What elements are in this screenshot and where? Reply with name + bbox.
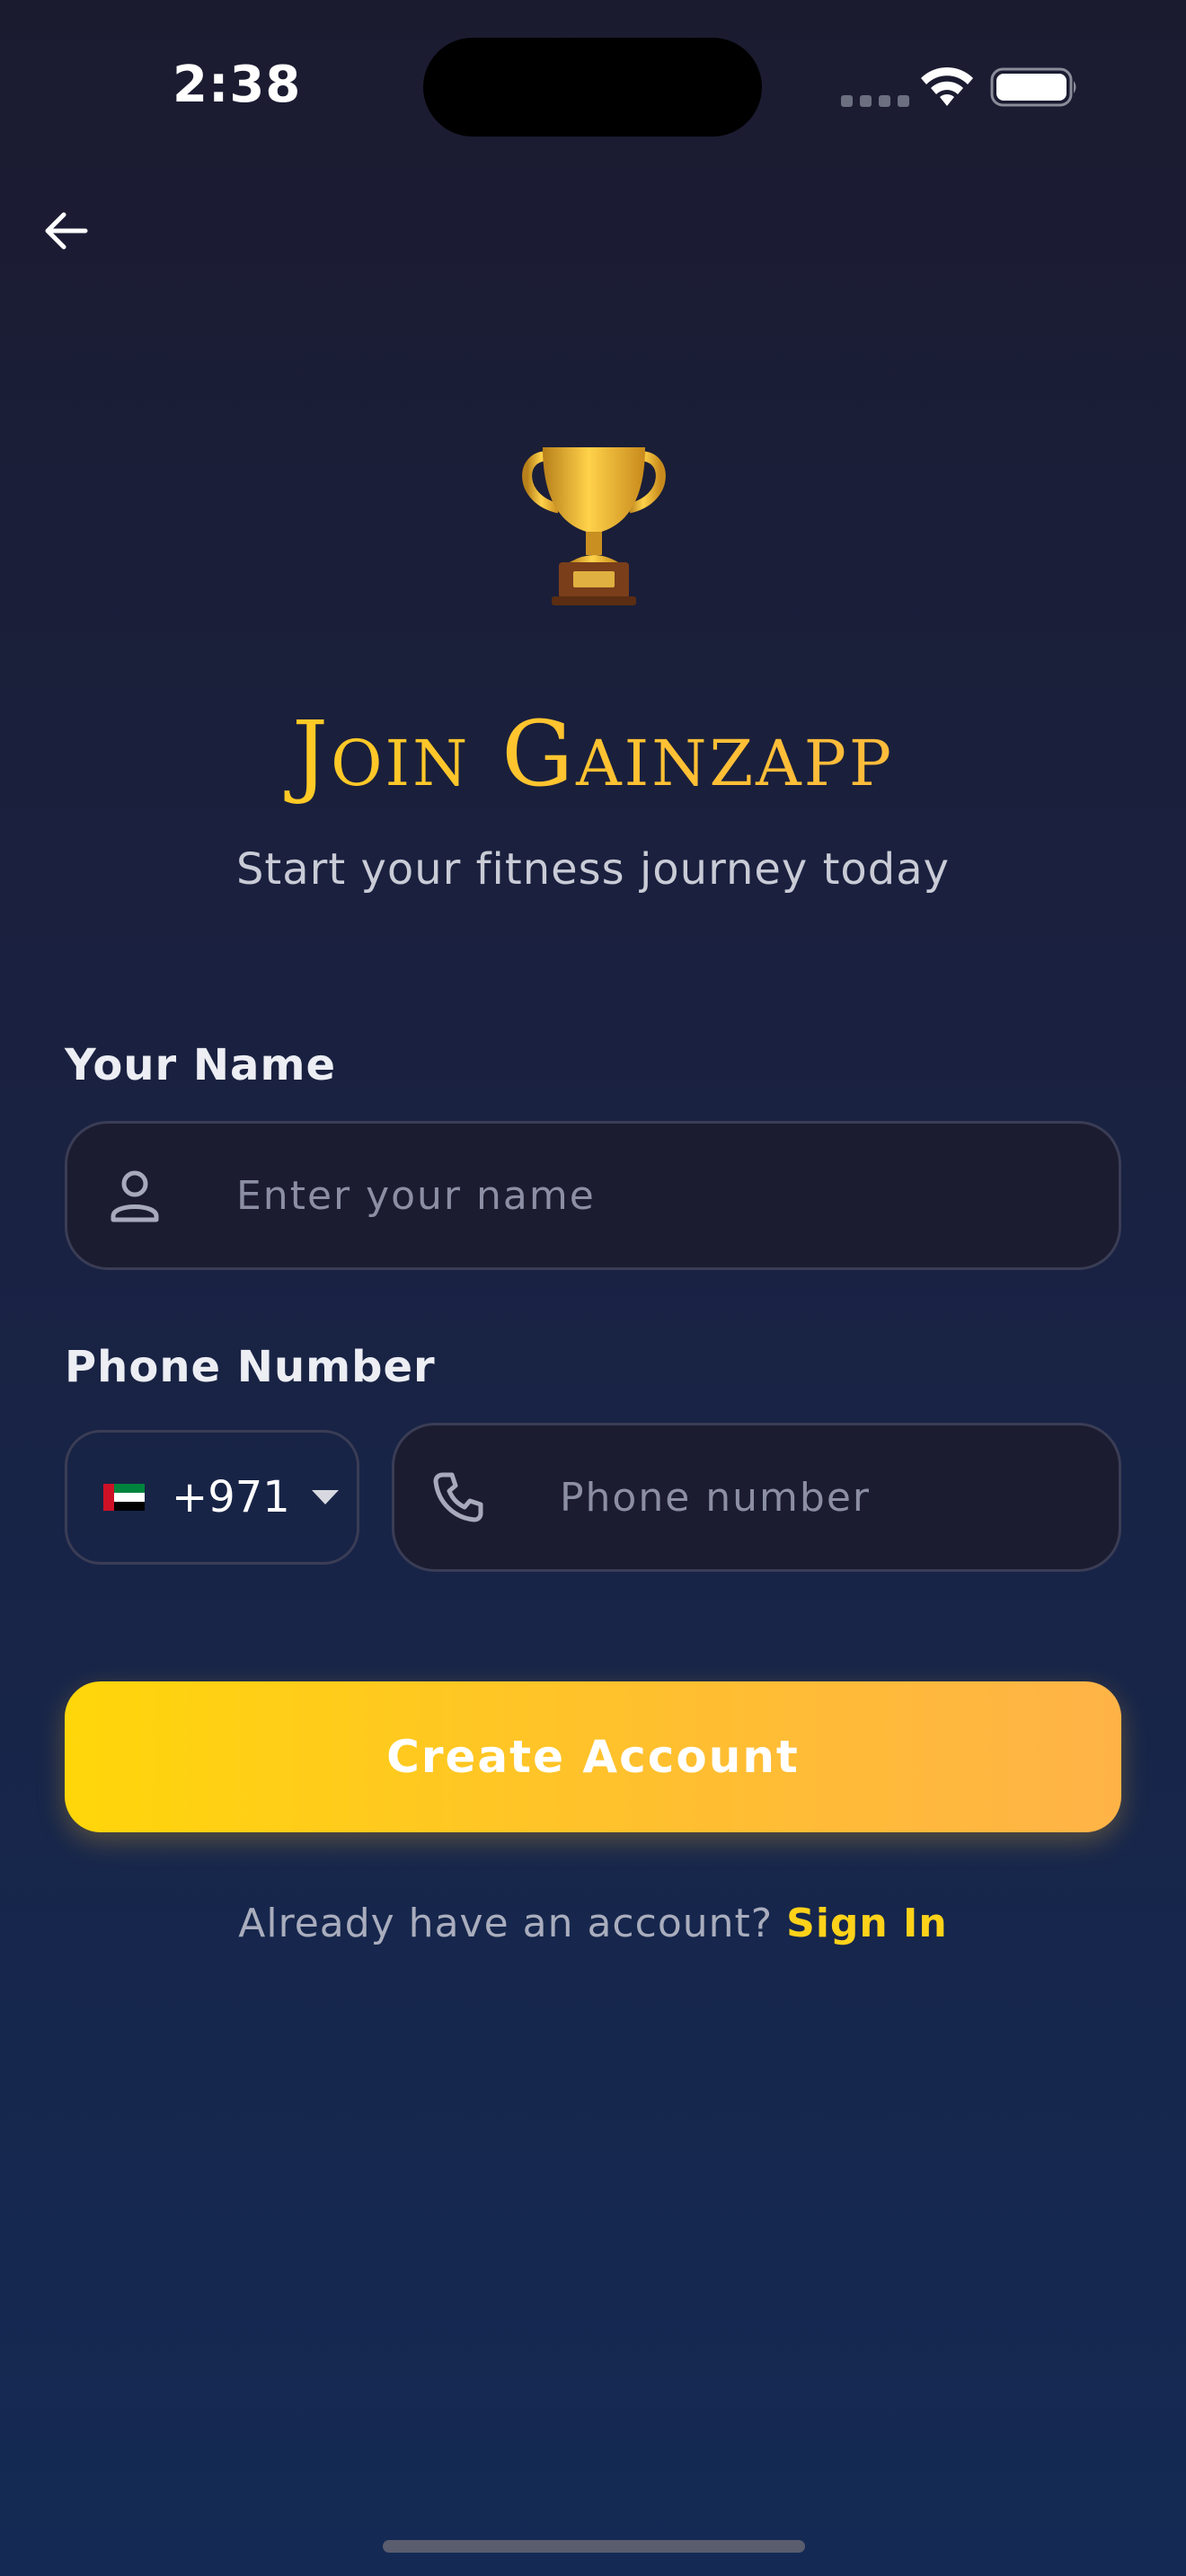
page-subtitle: Start your fitness journey today xyxy=(235,844,951,895)
back-button[interactable] xyxy=(34,199,97,262)
phone-input[interactable] xyxy=(558,1473,1119,1522)
name-input[interactable] xyxy=(235,1171,1119,1220)
name-field-label: Your Name xyxy=(65,1040,337,1090)
create-account-button[interactable]: Create Account xyxy=(65,1681,1121,1832)
signin-link[interactable]: Sign In xyxy=(786,1901,948,1946)
signin-row: Already have an account? Sign In xyxy=(0,1901,1186,1946)
phone-icon xyxy=(433,1472,483,1522)
wifi-icon xyxy=(921,66,973,106)
signin-prompt: Already have an account? xyxy=(238,1901,774,1946)
status-time: 2:38 xyxy=(173,56,302,114)
dynamic-island xyxy=(423,38,762,137)
cellular-signal-icon xyxy=(841,95,909,107)
trophy-icon xyxy=(522,447,666,605)
country-code: +971 xyxy=(172,1472,290,1522)
home-indicator xyxy=(383,2540,805,2553)
user-icon xyxy=(111,1170,159,1222)
phone-field-label: Phone Number xyxy=(65,1342,436,1392)
name-field[interactable] xyxy=(65,1121,1121,1270)
uae-flag-icon xyxy=(103,1484,145,1511)
battery-icon xyxy=(990,67,1076,107)
country-code-select[interactable]: +971 xyxy=(65,1430,359,1565)
chevron-down-icon xyxy=(311,1490,339,1504)
phone-field[interactable] xyxy=(392,1423,1121,1572)
page-title: Join Gainzapp xyxy=(0,701,1186,808)
arrow-left-icon xyxy=(45,212,88,250)
